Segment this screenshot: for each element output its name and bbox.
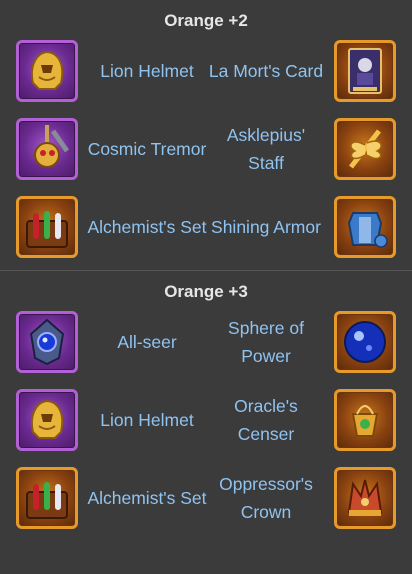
item-label: Sphere of Power (228, 318, 304, 366)
oppressors-crown-icon[interactable] (334, 467, 396, 529)
item-label: Alchemist's Set (87, 488, 207, 508)
item-row: Lion Helmet Oracle's Censer (0, 385, 412, 463)
item-row: Alchemist's Set Oppressor's Crown (0, 463, 412, 541)
item-label: Shining Armor (211, 217, 321, 237)
shining-armor-icon[interactable] (334, 196, 396, 258)
item-label: Lion Helmet (100, 61, 194, 81)
item-label: Asklepius' Staff (226, 125, 306, 173)
item-row: Cosmic Tremor Asklepius' Staff (0, 114, 412, 192)
item-label: Lion Helmet (100, 410, 194, 430)
lion-helmet-icon[interactable] (16, 389, 78, 451)
item-row: Alchemist's Set Shining Armor (0, 192, 412, 270)
item-label: All-seer (117, 332, 177, 352)
item-label: Oracle's Censer (234, 396, 298, 444)
item-row: All-seer Sphere of Power (0, 307, 412, 385)
item-row: Lion Helmet La Mort's Card (0, 36, 412, 114)
section-title: Orange +3 (164, 282, 248, 301)
item-label: La Mort's Card (208, 61, 324, 81)
oracles-censer-icon[interactable] (334, 389, 396, 451)
sphere-of-power-icon[interactable] (334, 311, 396, 373)
item-label: Cosmic Tremor (87, 139, 207, 159)
item-label: Alchemist's Set (87, 217, 207, 237)
la-morts-card-icon[interactable] (334, 40, 396, 102)
lion-helmet-icon[interactable] (16, 40, 78, 102)
alchemists-set-icon[interactable] (16, 467, 78, 529)
asklepius-staff-icon[interactable] (334, 118, 396, 180)
section-title: Orange +2 (164, 11, 248, 30)
cosmic-tremor-icon[interactable] (16, 118, 78, 180)
alchemists-set-icon[interactable] (16, 196, 78, 258)
section-orange-2: Orange +2 Lion Helmet La Mort's Card Cos… (0, 0, 412, 270)
section-orange-3: Orange +3 All-seer Sphere of Power Lion … (0, 271, 412, 541)
all-seer-icon[interactable] (16, 311, 78, 373)
item-label: Oppressor's Crown (219, 474, 313, 522)
